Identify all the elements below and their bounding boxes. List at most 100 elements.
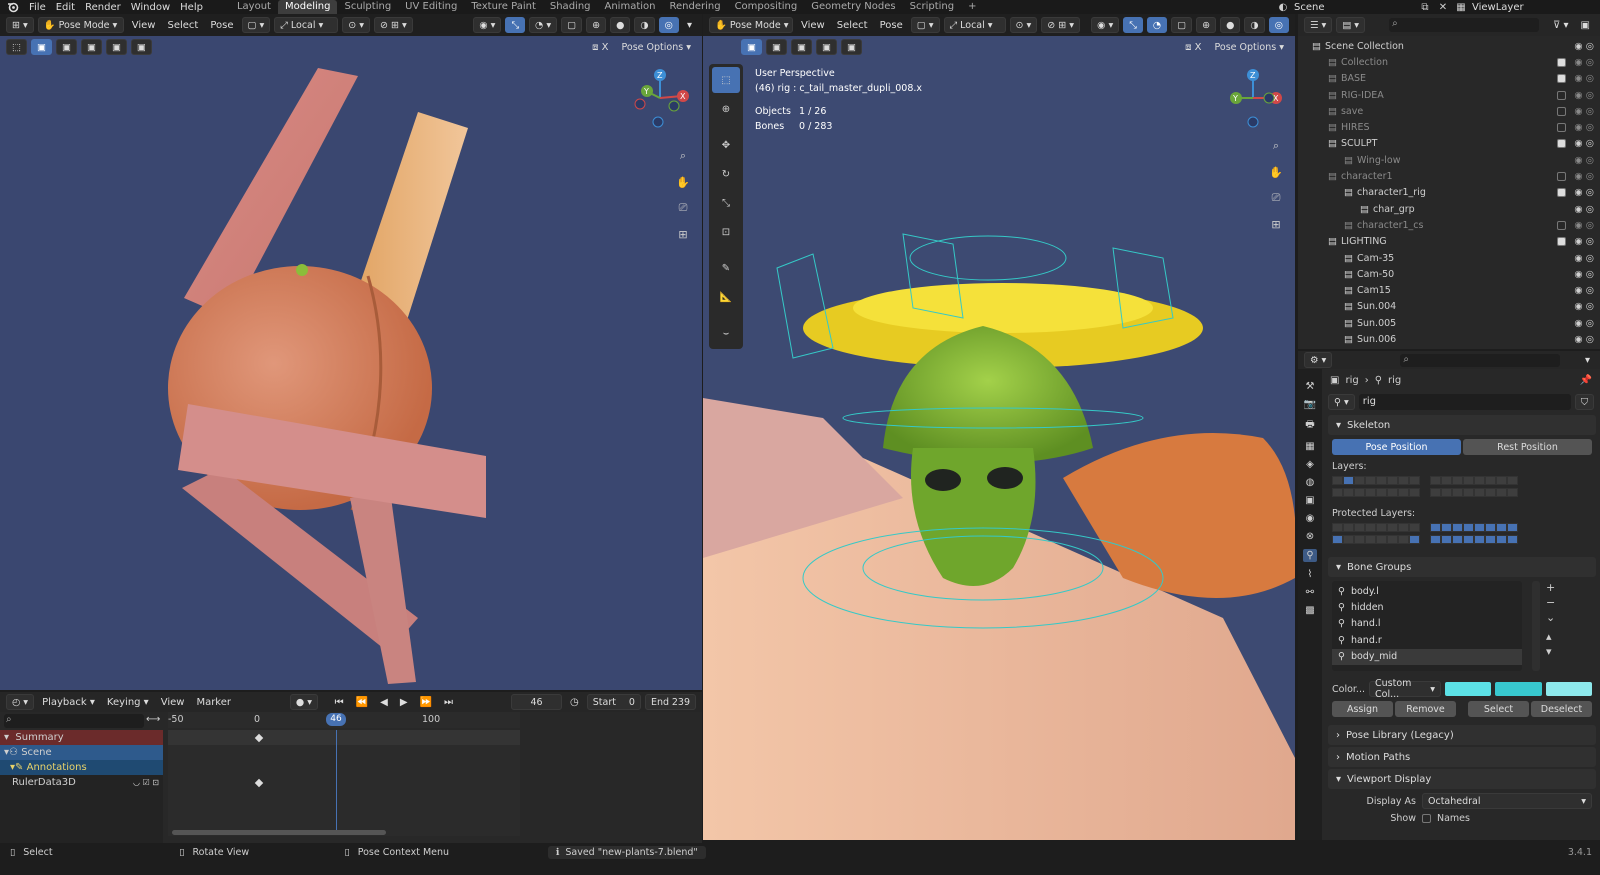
tab-sculpting[interactable]: Sculpting [337,0,398,14]
pose-extra-button-right[interactable]: ▢ ▾ [910,17,940,33]
measure-tool-icon[interactable]: 📐 [712,284,740,310]
move-down-icon[interactable]: ▾ [1546,645,1555,658]
blender-logo-icon[interactable] [6,0,20,14]
eye-icon[interactable]: ◉ ◎ [1574,138,1594,149]
viewport-display-panel-header[interactable]: ▾ Viewport Display [1328,769,1596,789]
eye-icon[interactable]: ◉ ◎ [1574,171,1594,182]
menu-pose-right[interactable]: Pose [876,20,907,31]
menu-view-right[interactable]: View [797,20,829,31]
outliner-search-input[interactable]: ⌕ [1389,18,1540,32]
zoom-icon-right[interactable]: ⌕ [1266,136,1286,156]
exclude-checkbox[interactable] [1557,237,1567,247]
select-mode-invert[interactable]: ▣ [105,39,127,55]
physics-tab-icon[interactable]: ◉ [1306,513,1315,524]
menu-window[interactable]: Window [126,2,175,13]
shading-rendered[interactable]: ◎ [658,17,679,33]
camera-icon-right[interactable]: ⎚ [1266,188,1286,208]
names-checkbox[interactable] [1422,814,1431,823]
outliner-item[interactable]: ▤ character1_cs ◉ ◎ [1298,217,1600,233]
menu-file[interactable]: File [24,2,51,13]
object-tab-icon[interactable]: ▣ [1305,495,1314,506]
outliner-item[interactable]: ▤ Wing-low ◉ ◎ [1298,152,1600,168]
start-frame-field[interactable]: Start 0 [586,694,641,710]
move-tool-icon[interactable]: ✥ [712,132,740,158]
view-layer-tab-icon[interactable]: ▦ [1305,441,1314,452]
select-mode-extend-right[interactable]: ▣ [765,39,787,55]
grid-icon-right[interactable]: ⊞ [1266,214,1286,234]
mirror-icon[interactable]: ⧈ X [588,42,612,53]
shading-options[interactable]: ▾ [683,20,696,31]
timeline-editor-type[interactable]: ◴ ▾ [6,694,35,710]
exclude-checkbox[interactable] [1557,220,1567,230]
eye-icon[interactable]: ◉ ◎ [1574,155,1594,166]
active-color-swatch[interactable] [1545,682,1592,696]
channel-search-input[interactable]: ⌕ [4,714,144,728]
overlay-button[interactable]: ◔ ▾ [529,17,558,33]
view-layer-name[interactable]: ViewLayer [1472,2,1600,13]
menu-select-right[interactable]: Select [833,20,872,31]
outliner-editor-type[interactable]: ☰ ▾ [1304,17,1333,33]
mode-dropdown[interactable]: ✋ Pose Mode ▾ [37,17,124,33]
menu-keying[interactable]: Keying ▾ [103,697,153,708]
visibility-button-right[interactable]: ◉ ▾ [1091,17,1120,33]
snap-button[interactable]: ⊘ ⊞ ▾ [374,17,413,33]
visibility-button[interactable]: ◉ ▾ [473,17,502,33]
outliner-item[interactable]: ▤ LIGHTING ◉ ◎ [1298,234,1600,250]
tab-animation[interactable]: Animation [598,0,663,14]
menu-view-timeline[interactable]: View [157,697,189,708]
bone-groups-scrollbar[interactable] [1532,581,1540,671]
motion-paths-panel-header[interactable]: › Motion Paths [1328,747,1596,767]
select-button[interactable]: Select [1468,701,1529,717]
select-tool-icon[interactable]: ⬚ [6,39,27,55]
eye-icon[interactable]: ◉ ◎ [1574,334,1594,345]
shading-wireframe[interactable]: ⊕ [586,17,607,33]
new-collection-icon[interactable]: ▣ [1577,20,1594,31]
scale-tool-icon[interactable]: ⤡ [712,190,740,216]
rotate-tool-icon[interactable]: ↻ [712,161,740,187]
prev-key-icon[interactable]: ⏪ [352,697,372,708]
shading-solid-right[interactable]: ● [1220,17,1241,33]
normal-color-swatch[interactable] [1445,682,1492,696]
select-mode-extend[interactable]: ▣ [55,39,77,55]
navigation-gizmo-right[interactable]: Z X Y [1221,66,1285,130]
xray-toggle[interactable]: ▢ [561,17,583,33]
eye-icon[interactable]: ◉ ◎ [1574,253,1594,264]
right-viewport[interactable]: ✋ Pose Mode ▾ View Select Pose ▢ ▾ ⤢ Loc… [703,14,1295,840]
rest-position-button[interactable]: Rest Position [1463,439,1592,455]
left-viewport[interactable]: ⊞ ▾ ✋ Pose Mode ▾ View Select Pose ▢ ▾ ⤢… [0,14,702,690]
pan-hand-icon-right[interactable]: ✋ [1266,162,1286,182]
armature-browse-button[interactable]: ⚲ ▾ [1328,394,1355,410]
select-mode-subtract-right[interactable]: ▣ [790,39,812,55]
tab-geometry-nodes[interactable]: Geometry Nodes [804,0,902,14]
eye-icon[interactable]: ◉ ◎ [1574,236,1594,247]
tab-compositing[interactable]: Compositing [728,0,805,14]
remove-button[interactable]: Remove [1395,701,1456,717]
pose-library-panel-header[interactable]: › Pose Library (Legacy) [1328,725,1596,745]
tab-modeling[interactable]: Modeling [277,0,338,14]
protected-layers-grid[interactable] [1324,523,1600,547]
zoom-icon[interactable]: ⌕ [673,146,693,166]
tool-tab-icon[interactable]: ⚒ [1306,381,1315,392]
select-mode-subtract[interactable]: ▣ [80,39,102,55]
bone-constraint-tab-icon[interactable]: ⚯ [1306,587,1314,598]
bone-group-item[interactable]: ⚲ body.l [1332,583,1522,599]
render-tab-icon[interactable]: 📷 [1304,399,1316,410]
pose-options-dropdown-right[interactable]: Pose Options ▾ [1210,39,1289,55]
editor-type-button[interactable]: ⊞ ▾ [6,17,34,33]
outliner-item[interactable]: ▤ Scene Collection ◉ ◎ [1298,38,1600,54]
eye-icon[interactable]: ◉ ◎ [1574,204,1594,215]
eye-icon[interactable]: ◉ ◎ [1574,122,1594,133]
armature-data-tab-icon[interactable]: ⚲ [1303,549,1317,562]
play-icon[interactable]: ▶ [396,697,412,708]
properties-editor-type[interactable]: ⚙ ▾ [1304,352,1333,368]
shading-solid[interactable]: ● [610,17,631,33]
eye-icon[interactable]: ◉ ◎ [1574,106,1594,117]
remove-bone-group-icon[interactable]: − [1546,596,1555,609]
skeleton-panel-header[interactable]: ▾ Skeleton [1328,415,1596,435]
mode-dropdown-right[interactable]: ✋ Pose Mode ▾ [709,17,793,33]
shading-material-right[interactable]: ◑ [1244,17,1265,33]
scene-tab-icon[interactable]: ◈ [1306,459,1314,470]
add-workspace-button[interactable]: + [961,0,983,14]
transform-tool-icon[interactable]: ⊡ [712,219,740,245]
add-bone-group-icon[interactable]: + [1546,581,1555,594]
